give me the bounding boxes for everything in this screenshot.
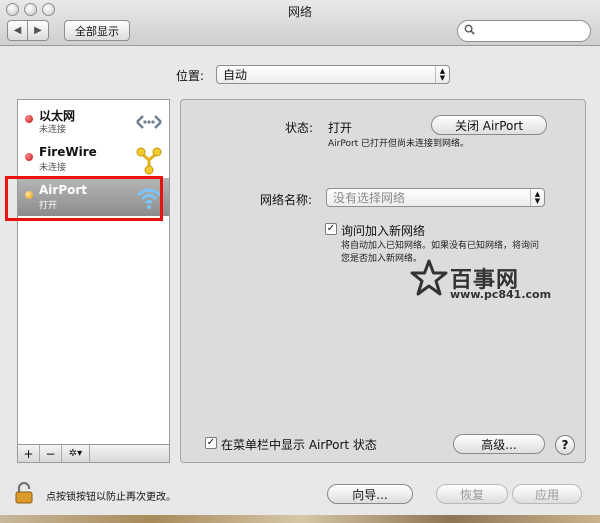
select-arrows-icon: ▲ ▼ [435,66,449,83]
location-value: 自动 [223,68,248,82]
advanced-button[interactable]: 高级... [453,434,545,454]
status-value: 打开 [328,121,353,135]
network-name-label: 网络名称: [260,193,313,207]
lock-icon[interactable] [14,481,34,505]
forward-button[interactable]: ▶ [28,20,49,41]
desktop-background-strip [0,515,600,523]
apply-button[interactable]: 应用 [512,484,582,504]
window-title: 网络 [287,5,312,19]
ethernet-icon [136,115,162,129]
service-status: 未连接 [39,125,67,135]
service-item-ethernet[interactable]: 以太网 未连接 [18,102,169,140]
ask-join-checkbox[interactable]: ✓ [325,223,337,235]
status-dot-red-icon [25,115,33,123]
location-label: 位置: [176,69,205,83]
watermark: 百事网 www.pc841.com [410,258,580,308]
firewire-icon [136,147,162,175]
network-name-select[interactable]: 没有选择网络 ▲ ▼ [326,188,545,207]
show-menubar-label: 在菜单栏中显示 AirPort 状态 [221,438,377,452]
service-status: 未连接 [39,163,67,173]
search-icon [464,24,475,35]
status-dot-red-icon [25,153,33,161]
help-button[interactable]: ? [555,435,575,455]
back-button[interactable]: ◀ [7,20,28,41]
lock-hint-text: 点按锁按钮以防止再次更改。 [46,492,176,503]
search-input[interactable] [457,20,591,42]
select-arrows-icon: ▲ ▼ [530,189,544,206]
status-label: 状态: [285,121,314,135]
assist-me-button[interactable]: 向导... [327,484,413,504]
add-service-button[interactable]: + [18,445,40,462]
airport-highlight-box [5,176,163,221]
service-item-firewire[interactable]: FireWire 未连接 [18,140,169,178]
service-list-toolbar: + − ✲▾ [17,444,170,463]
revert-button[interactable]: 恢复 [436,484,508,504]
show-menubar-checkbox[interactable]: ✓ [205,437,217,449]
remove-service-button[interactable]: − [40,445,62,462]
ask-join-description-line1: 将自动加入已知网络。如果没有已知网络，将询问 [341,241,540,251]
watermark-url: www.pc841.com [450,288,552,301]
show-all-button[interactable]: 全部显示 [64,20,130,41]
network-preferences-window: 网络 ◀ ▶ 全部显示 位置: 自动 ▲▼ 以太网 未连接 FireWire [0,0,600,523]
title-bar: 网络 ◀ ▶ 全部显示 [0,0,600,46]
star-logo-icon [410,259,448,296]
status-description: AirPort 已打开但尚未连接到网络。 [328,139,470,149]
service-name: FireWire [39,145,97,159]
location-select[interactable]: 自动 ▲ ▼ [216,65,450,84]
gear-icon[interactable]: ✲▾ [62,445,90,462]
service-list: 以太网 未连接 FireWire 未连接 AirPort 打开 [17,99,170,463]
network-name-value: 没有选择网络 [333,191,406,205]
ask-join-label: 询问加入新网络 [341,224,426,238]
turn-off-airport-button[interactable]: 关闭 AirPort [431,115,547,135]
